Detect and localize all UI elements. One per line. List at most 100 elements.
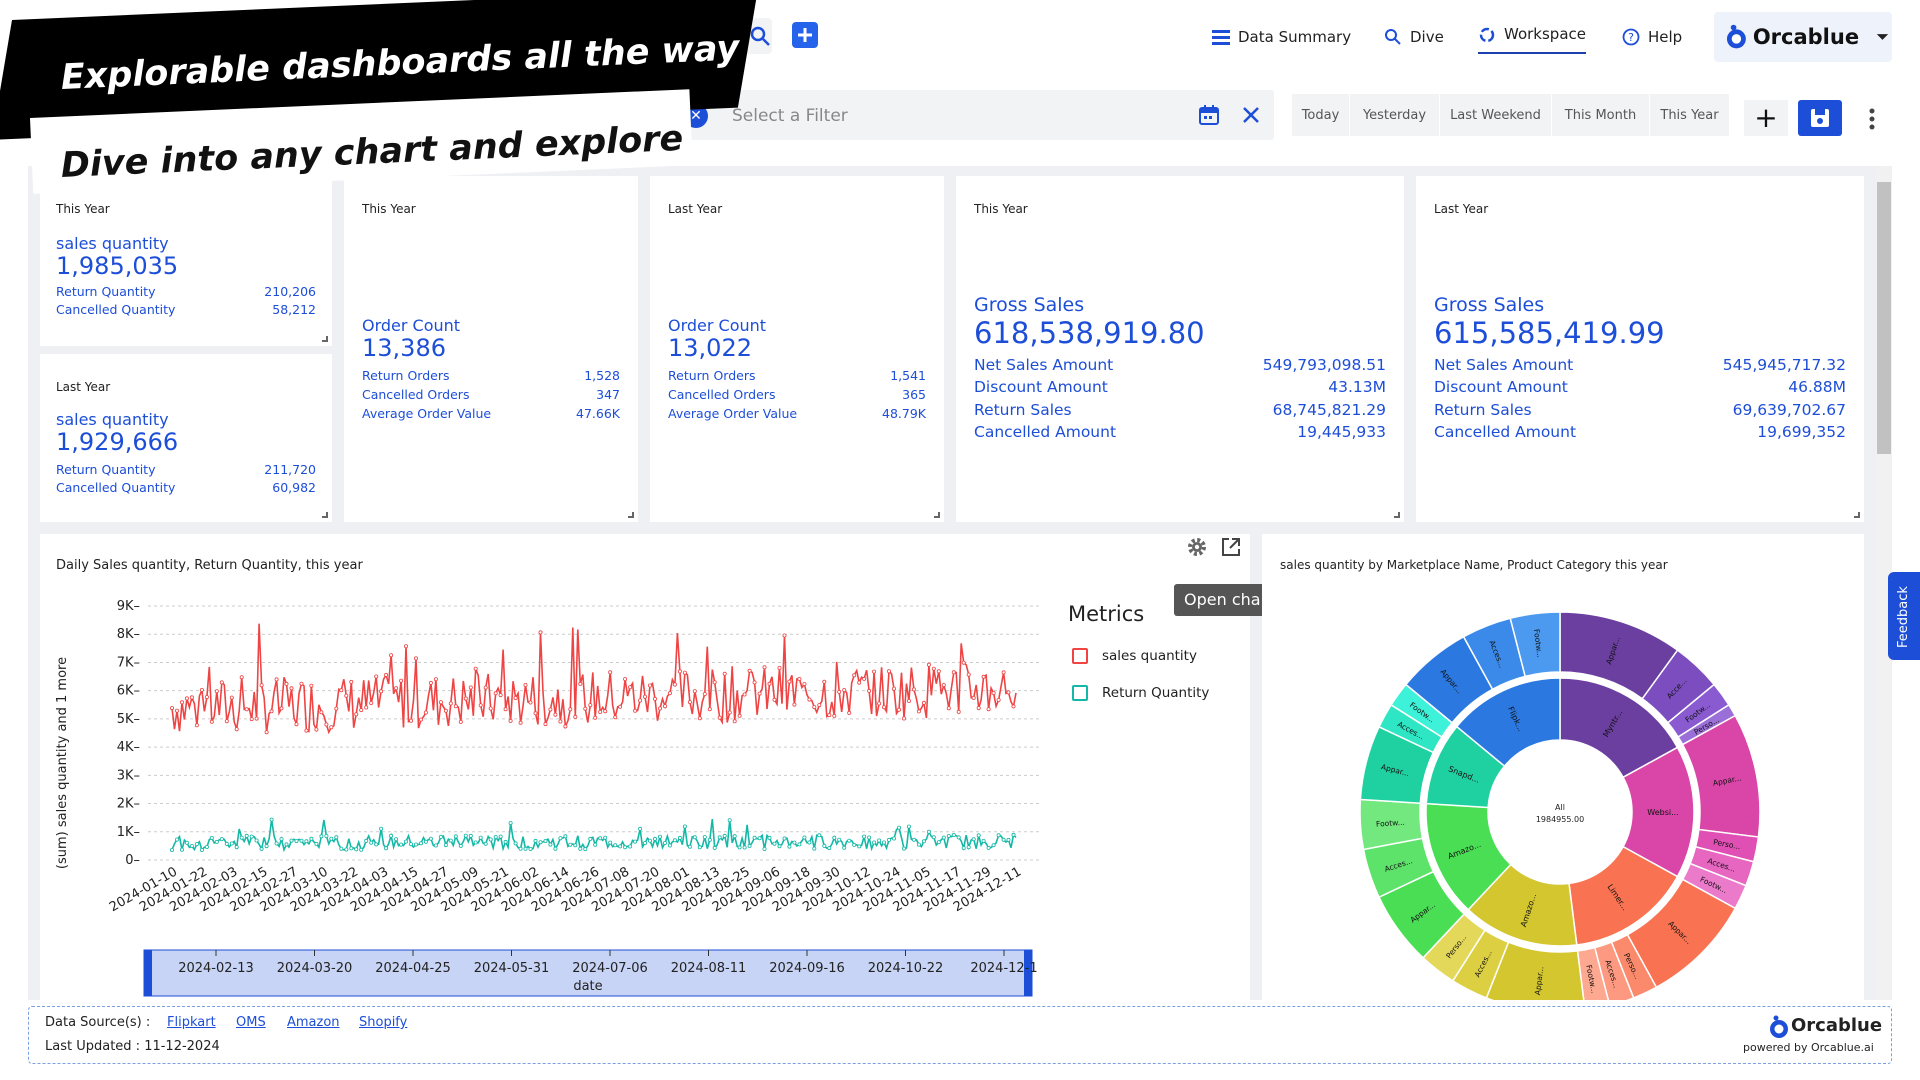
data-point[interactable] [503,839,508,844]
kpi-card-order-count-last-year[interactable]: Last Year Order Count 13,022 Return Orde… [650,176,944,522]
data-point[interactable] [976,706,981,711]
data-point[interactable] [453,704,458,709]
data-point[interactable] [588,703,593,708]
data-point[interactable] [603,709,608,714]
data-point[interactable] [1006,837,1011,842]
data-point[interactable] [304,839,309,844]
source-link-flipkart[interactable]: Flipkart [167,1015,216,1030]
data-point[interactable] [408,718,413,723]
data-point[interactable] [369,701,374,706]
data-point[interactable] [628,685,633,690]
data-point[interactable] [946,706,951,711]
data-point[interactable] [737,713,742,718]
data-point[interactable] [284,681,289,686]
data-point[interactable] [374,842,379,847]
data-point[interactable] [339,688,344,693]
data-point[interactable] [956,709,961,714]
data-point[interactable] [882,840,887,845]
data-point[interactable] [797,842,802,847]
preset-today[interactable]: Today [1292,94,1350,136]
data-point[interactable] [299,681,304,686]
data-point[interactable] [403,644,408,649]
data-point[interactable] [951,670,956,675]
data-point[interactable] [633,839,638,844]
data-point[interactable] [663,840,668,845]
data-point[interactable] [379,826,384,831]
data-point[interactable] [991,691,996,696]
add-widget-button[interactable]: + [1744,100,1788,136]
data-point[interactable] [204,695,209,700]
data-point[interactable] [214,839,219,844]
data-point[interactable] [1011,704,1016,709]
data-point[interactable] [956,835,961,840]
data-point[interactable] [498,693,503,698]
data-point[interactable] [633,708,638,713]
data-point[interactable] [966,845,971,850]
data-point[interactable] [428,680,433,685]
data-point[interactable] [712,845,717,850]
data-point[interactable] [563,724,568,729]
data-point[interactable] [169,847,174,852]
data-point[interactable] [264,844,269,849]
data-point[interactable] [742,692,747,697]
data-point[interactable] [379,689,384,694]
data-point[interactable] [528,846,533,851]
data-point[interactable] [792,840,797,845]
add-question-button[interactable] [792,22,818,48]
data-point[interactable] [862,834,867,839]
data-point[interactable] [269,709,274,714]
data-point[interactable] [752,680,757,685]
data-point[interactable] [234,845,239,850]
data-point[interactable] [448,838,453,843]
data-point[interactable] [658,834,663,839]
data-point[interactable] [538,840,543,845]
data-point[interactable] [488,837,493,842]
data-point[interactable] [667,843,672,848]
data-point[interactable] [1006,690,1011,695]
data-point[interactable] [762,846,767,851]
legend-item-return-quantity[interactable]: Return Quantity [1072,685,1209,701]
data-point[interactable] [184,696,189,701]
data-point[interactable] [892,836,897,841]
data-point[interactable] [722,833,727,838]
series-line-sales-quantity[interactable] [171,623,1017,735]
data-point[interactable] [468,833,473,838]
data-point[interactable] [936,669,941,674]
data-point[interactable] [418,717,423,722]
data-point[interactable] [1001,837,1006,842]
data-point[interactable] [488,706,493,711]
data-point[interactable] [882,705,887,710]
data-point[interactable] [682,670,687,675]
data-point[interactable] [618,844,623,849]
data-point[interactable] [354,847,359,852]
data-point[interactable] [692,835,697,840]
data-point[interactable] [548,842,553,847]
data-point[interactable] [902,716,907,721]
data-point[interactable] [762,665,767,670]
data-point[interactable] [643,840,648,845]
data-point[interactable] [249,834,254,839]
data-point[interactable] [349,846,354,851]
data-point[interactable] [986,845,991,850]
data-point[interactable] [732,834,737,839]
data-point[interactable] [877,701,882,706]
data-point[interactable] [976,833,981,838]
data-point[interactable] [289,686,294,691]
data-point[interactable] [697,716,702,721]
data-point[interactable] [384,672,389,677]
data-point[interactable] [648,838,653,843]
data-point[interactable] [608,840,613,845]
data-point[interactable] [692,689,697,694]
data-point[interactable] [767,681,772,686]
data-point[interactable] [234,727,239,732]
data-point[interactable] [677,835,682,840]
data-point[interactable] [433,843,438,848]
data-point[interactable] [598,836,603,841]
data-point[interactable] [543,838,548,843]
data-point[interactable] [638,826,643,831]
nav-help[interactable]: ? Help [1622,24,1682,50]
data-point[interactable] [438,834,443,839]
data-point[interactable] [677,669,682,674]
data-point[interactable] [702,692,707,697]
data-point[interactable] [857,680,862,685]
